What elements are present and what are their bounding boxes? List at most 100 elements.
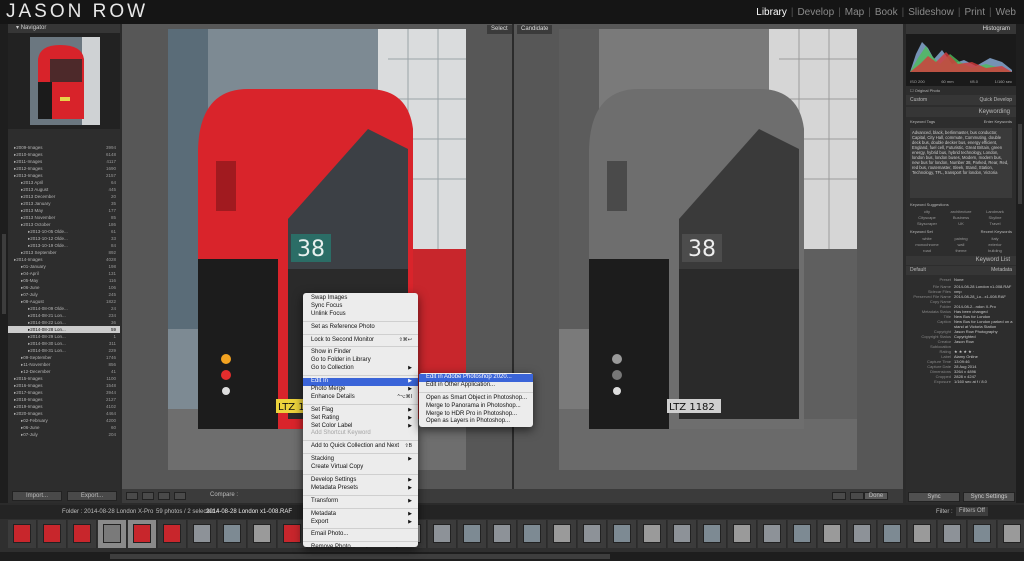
module-web[interactable]: Web	[996, 7, 1016, 18]
folder-row[interactable]: ▸ 2012-Images 1690	[8, 165, 120, 172]
sync-focus-icon[interactable]	[850, 492, 864, 500]
keyword-suggestion[interactable]: Skyscraper	[910, 221, 944, 227]
folder-row[interactable]: ▸ 2013 January 35	[8, 200, 120, 207]
filmstrip-thumbnail[interactable]	[98, 520, 127, 548]
menu-item-edit-in[interactable]: Edit In ▶	[303, 378, 418, 387]
menu-item-stacking[interactable]: Stacking ▶	[303, 456, 418, 464]
folder-row[interactable]: ▸ 2014-08-22 Lon... 36	[8, 319, 120, 326]
folder-row[interactable]: ▸ 09-September 1746	[8, 354, 120, 361]
filmstrip-thumbnail[interactable]	[38, 520, 67, 548]
histogram-header[interactable]: Histogram	[906, 24, 1016, 34]
filmstrip-thumbnail[interactable]	[608, 520, 637, 548]
filmstrip-thumbnail[interactable]	[758, 520, 787, 548]
folder-row[interactable]: ▸ 05-May 116	[8, 277, 120, 284]
folder-row[interactable]: ▸ 2014-08-09 Olde... 24	[8, 305, 120, 312]
filmstrip-scrollbar[interactable]	[0, 552, 1024, 561]
loupe-view-button[interactable]	[142, 492, 154, 500]
filmstrip-thumbnail[interactable]	[128, 520, 157, 548]
filmstrip-thumbnail[interactable]	[728, 520, 757, 548]
folder-row[interactable]: ▸ 06-June 60	[8, 424, 120, 431]
menu-item-email-photo[interactable]: Email Photo...	[303, 531, 418, 539]
filmstrip-thumbnail[interactable]	[68, 520, 97, 548]
module-print[interactable]: Print	[964, 7, 985, 18]
folder-row[interactable]: ▸ 2014-08-28 Lon... 59	[8, 326, 120, 333]
folder-row[interactable]: ▸ 2013 November 85	[8, 214, 120, 221]
folder-row[interactable]: ▸ 2017-Images 3944	[8, 389, 120, 396]
menu-item-unlink-focus[interactable]: Unlink Focus	[303, 311, 418, 319]
filmstrip-file[interactable]: 2014-08-28 London x1-008.RAF	[206, 505, 292, 519]
folder-row[interactable]: ▸ 2011-Images 4117	[8, 158, 120, 165]
folder-row[interactable]: ▸ 04-April 131	[8, 270, 120, 277]
metadata-view-select[interactable]: Default	[910, 266, 926, 275]
preset-select[interactable]: None	[954, 277, 1013, 282]
filmstrip-folder[interactable]: Folder : 2014-08-28 London X-Pro	[62, 505, 153, 519]
menu-item-develop-settings[interactable]: Develop Settings ▶	[303, 477, 418, 485]
folder-row[interactable]: ▸ 2016-Images 1548	[8, 382, 120, 389]
filmstrip-thumbnail[interactable]	[788, 520, 817, 548]
filter-select[interactable]: Filters Off	[956, 507, 988, 516]
right-panel-scrollbar[interactable]	[1016, 24, 1024, 503]
filmstrip-thumbnail[interactable]	[458, 520, 487, 548]
module-book[interactable]: Book	[875, 7, 898, 18]
folder-row[interactable]: ▸ 2020-Images 4464	[8, 410, 120, 417]
filmstrip-thumbnail[interactable]	[518, 520, 547, 548]
keyword-list-header[interactable]: Keyword List	[906, 256, 1016, 265]
filmstrip-thumbnail[interactable]	[668, 520, 697, 548]
menu-item-set-rating[interactable]: Set Rating ▶	[303, 415, 418, 423]
filmstrip-thumbnail[interactable]	[188, 520, 217, 548]
menu-item-add-to-quick-collection-and-next[interactable]: Add to Quick Collection and Next ⇧B	[303, 443, 418, 451]
filmstrip-thumbnail[interactable]	[428, 520, 457, 548]
filmstrip-thumbnail[interactable]	[158, 520, 187, 548]
module-develop[interactable]: Develop	[797, 7, 834, 18]
filmstrip-scroll-thumb[interactable]	[110, 554, 610, 559]
menu-item-set-as-reference-photo[interactable]: Set as Reference Photo	[303, 324, 418, 332]
menu-item-export[interactable]: Export ▶	[303, 519, 418, 527]
keywording-header[interactable]: Keywording	[906, 107, 1016, 117]
filmstrip-thumbnail[interactable]	[968, 520, 997, 548]
folder-row[interactable]: ▸ 2014-08-29 Lon... 1	[8, 333, 120, 340]
sync-settings-button[interactable]: Sync Settings	[963, 492, 1015, 502]
menu-item-lock-to-second-monitor[interactable]: Lock to Second Monitor ⇧⌘↩	[303, 337, 418, 345]
submenu-item-open-as-smart-object-in-photoshop[interactable]: Open as Smart Object in Photoshop...	[419, 395, 533, 403]
keyword-suggestion[interactable]: Travel	[978, 221, 1012, 227]
recent-keyword[interactable]: theme	[944, 248, 978, 254]
folder-row[interactable]: ▸ 2014-08-30 Lon... 311	[8, 340, 120, 347]
folder-row[interactable]: ▸ 2014-08-21 Lon... 234	[8, 312, 120, 319]
sync-button[interactable]: Sync	[908, 492, 960, 502]
candidate-photo[interactable]: 38 LTZ 1182	[559, 29, 857, 470]
metadata-value[interactable]: New Bus for London parked on a stand at …	[954, 319, 1013, 329]
filmstrip-thumbnail[interactable]	[248, 520, 277, 548]
filmstrip-thumbnail[interactable]	[218, 520, 247, 548]
folder-row[interactable]: ▸ 11-November 856	[8, 361, 120, 368]
folder-row[interactable]: ▸ 2013 April 64	[8, 179, 120, 186]
folder-row[interactable]: ▸ 06-June 106	[8, 284, 120, 291]
filmstrip-thumbnail[interactable]	[8, 520, 37, 548]
filmstrip-thumbnail[interactable]	[638, 520, 667, 548]
folder-row[interactable]: ▸ 2013 May 177	[8, 207, 120, 214]
folder-row[interactable]: ▸ 2018-Images 2127	[8, 396, 120, 403]
filmstrip-thumbnail[interactable]	[938, 520, 967, 548]
keywords-textarea[interactable]: Advanced, black, berlinmaster, bus condu…	[910, 128, 1012, 198]
module-map[interactable]: Map	[845, 7, 864, 18]
export-button[interactable]: Export...	[67, 491, 117, 501]
navigator-header[interactable]: ▾ Navigator	[8, 24, 120, 33]
menu-item-set-flag[interactable]: Set Flag ▶	[303, 407, 418, 415]
submenu-item-edit-in-other-application[interactable]: Edit in Other Application...	[419, 382, 533, 390]
folder-row[interactable]: ▸ 2013 October 186	[8, 221, 120, 228]
filmstrip-thumbnail[interactable]	[698, 520, 727, 548]
folder-row[interactable]: ▸ 07-July 204	[8, 431, 120, 438]
menu-item-metadata-presets[interactable]: Metadata Presets ▶	[303, 485, 418, 493]
folder-row[interactable]: ▸ 2009-Images 3994	[8, 144, 120, 151]
filmstrip-thumbnail[interactable]	[548, 520, 577, 548]
folder-row[interactable]: ▸ 2015-Images 1100	[8, 375, 120, 382]
menu-item-swap-images[interactable]: Swap Images	[303, 295, 418, 303]
folder-row[interactable]: ▸ 2019-Images 4102	[8, 403, 120, 410]
folder-row[interactable]: ▸ 2013 August 445	[8, 186, 120, 193]
folder-row[interactable]: ▸ 2010-Images 6148	[8, 151, 120, 158]
submenu-item-open-as-layers-in-photoshop[interactable]: Open as Layers in Photoshop...	[419, 418, 533, 426]
done-button[interactable]: Done	[864, 492, 888, 500]
module-library[interactable]: Library	[756, 7, 787, 18]
recent-keyword[interactable]: building	[978, 248, 1012, 254]
folder-row[interactable]: ▸ 12-December 41	[8, 368, 120, 375]
folder-row[interactable]: ▸ 01-January 198	[8, 263, 120, 270]
